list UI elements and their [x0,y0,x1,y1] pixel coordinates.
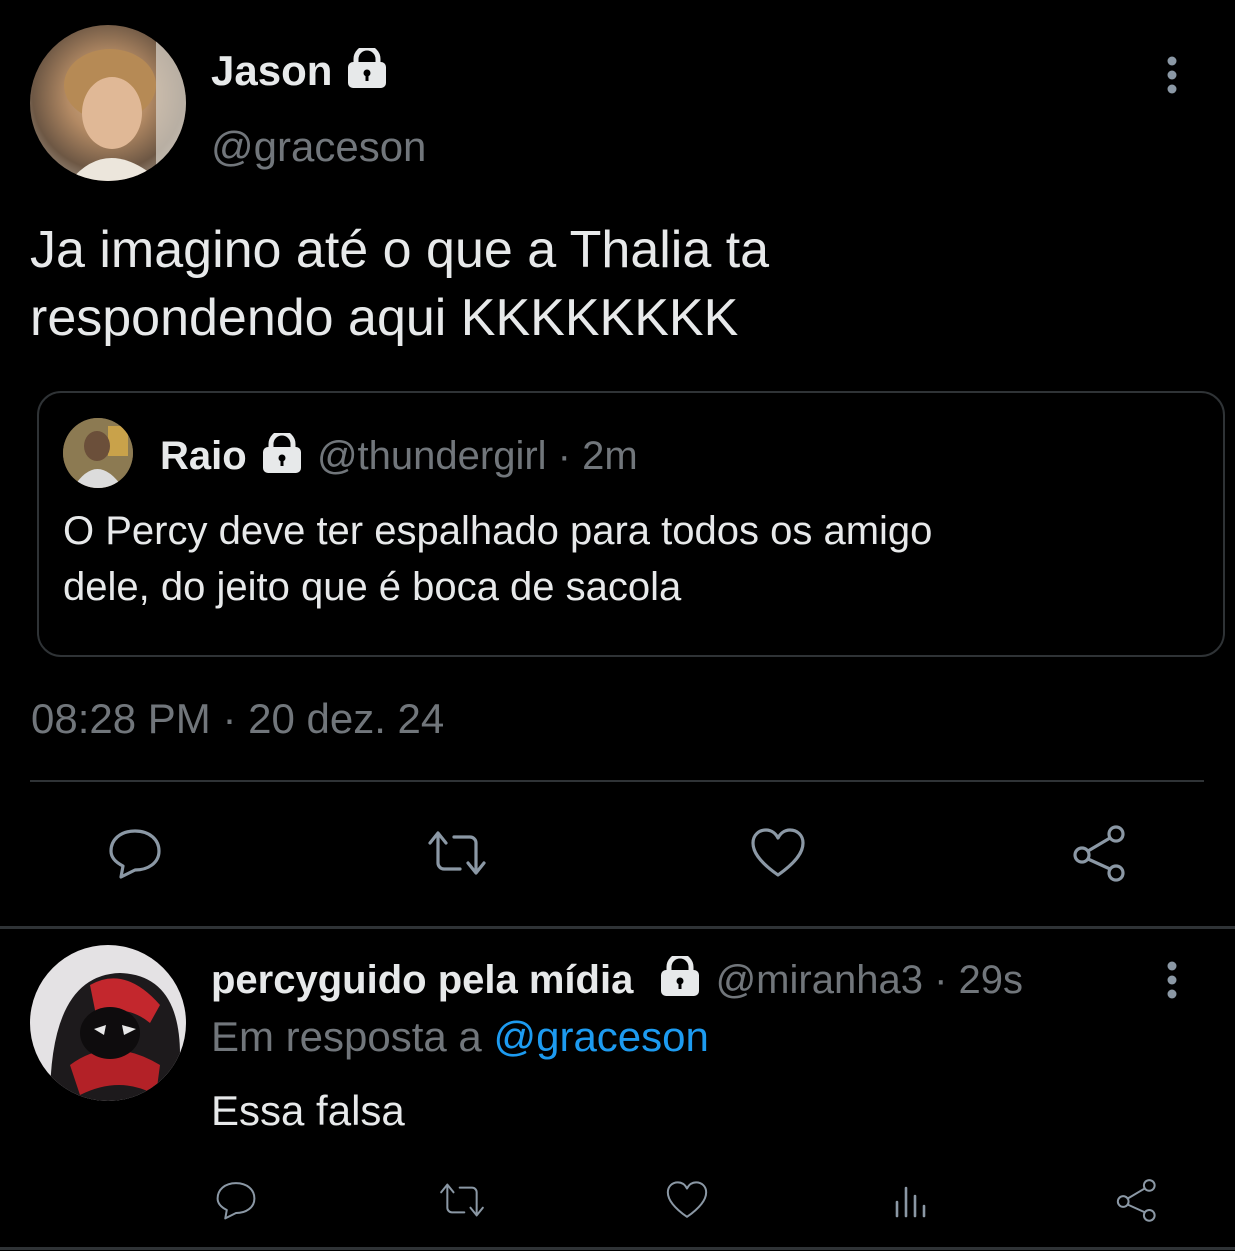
quote-avatar-photo-icon [63,418,133,488]
reply-lock-icon [656,954,704,1008]
tweet-text-line2: respondendo aqui KKKKKKKK [30,289,739,347]
quote-text: O Percy deve ter espalhado para todos os… [63,503,932,615]
quote-time: 2m [582,434,638,478]
quote-author-handle[interactable]: @thundergirl [317,434,547,478]
reply-like-icon[interactable] [662,1176,712,1224]
reply-text: Essa falsa [211,1087,405,1134]
author-name[interactable]: Jason [211,47,332,94]
retweet-icon[interactable] [421,822,493,884]
quote-author-avatar[interactable] [63,418,133,488]
more-options-icon[interactable] [1150,50,1194,100]
quote-header: Raio @thundergirl · 2m [160,430,638,484]
quote-lock-icon [258,430,306,484]
reply-more-options-icon[interactable] [1152,955,1192,1005]
in-reply-to: Em resposta a @graceson [211,1012,709,1062]
reply-separator: · [934,958,948,1002]
in-reply-handle-link[interactable]: @graceson [493,1013,708,1060]
lock-icon [344,45,390,99]
reply-header: percyguido pela mídia @miranha3 · 29s [211,954,1024,1008]
reply-reply-icon[interactable] [210,1176,262,1224]
share-icon[interactable] [1068,822,1132,884]
thread-divider [0,926,1235,929]
bottom-divider [0,1247,1235,1250]
quote-text-line2: dele, do jeito que é boca de sacola [63,565,682,609]
quote-text-line1: O Percy deve ter espalhado para todos os… [63,509,933,553]
author-handle[interactable]: @graceson [211,122,426,172]
author-avatar[interactable] [30,25,186,181]
author-name-row[interactable]: Jason [211,45,390,99]
tweet-timestamp: 08:28 PM · 20 dez. 24 [31,695,445,742]
quote-author-name[interactable]: Raio [160,434,247,478]
divider [30,780,1204,782]
reply-icon[interactable] [100,822,170,884]
reply-author-handle[interactable]: @miranha3 [716,958,923,1002]
reply-avatar-photo-icon [30,945,186,1101]
tweet-text: Ja imagino até o que a Thalia ta respond… [30,216,769,352]
reply-author-avatar[interactable] [30,945,186,1101]
quote-separator: · [557,434,571,478]
tweet-text-line1: Ja imagino até o que a Thalia ta [30,221,770,279]
views-icon[interactable] [888,1176,934,1224]
avatar-photo-icon [64,25,186,181]
reply-time: 29s [958,958,1024,1002]
like-icon[interactable] [746,822,810,884]
in-reply-prefix: Em resposta a [211,1013,482,1060]
reply-share-icon[interactable] [1112,1176,1162,1224]
reply-retweet-icon[interactable] [434,1176,490,1224]
reply-author-name[interactable]: percyguido pela mídia [211,958,633,1002]
